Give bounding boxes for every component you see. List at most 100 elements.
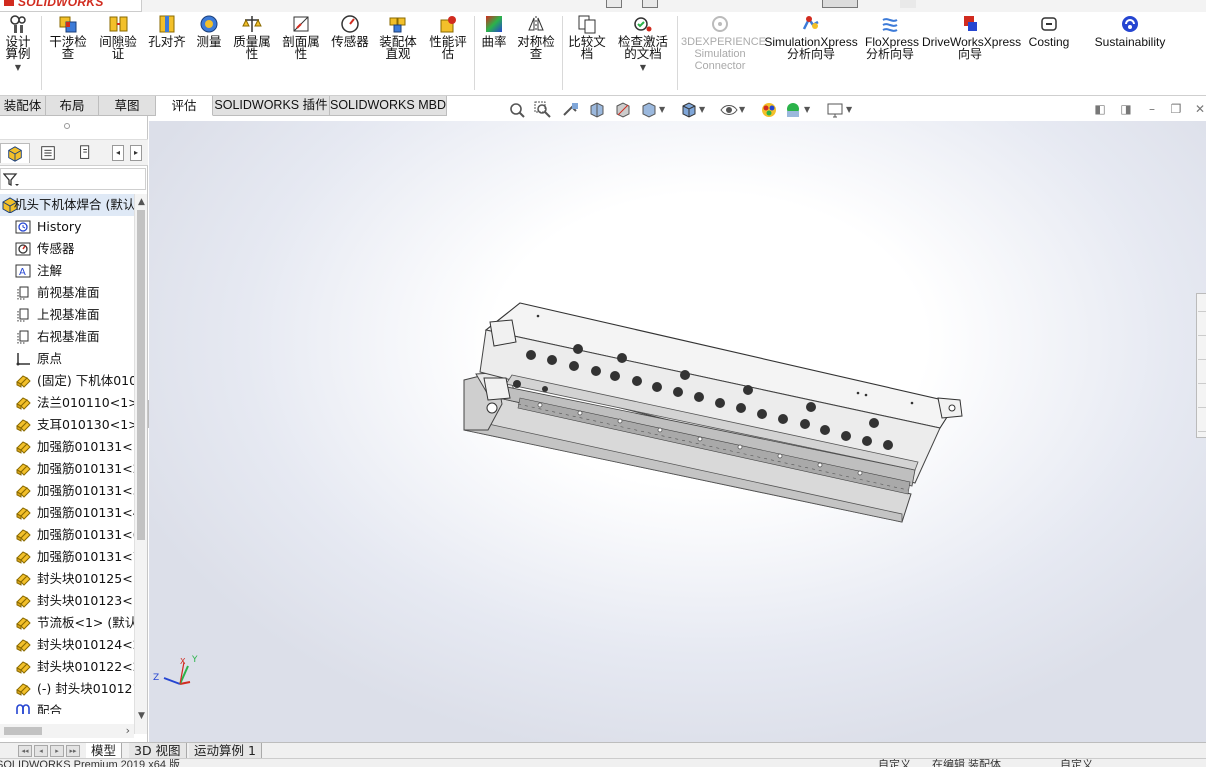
tab-layout[interactable]: 布局 <box>46 96 99 116</box>
scrollbar-thumb[interactable] <box>137 210 145 540</box>
scroll-up-icon[interactable]: ▲ <box>136 196 147 208</box>
scroll-down-icon[interactable]: ▼ <box>136 710 147 722</box>
tab-configuration-manager[interactable] <box>72 143 102 163</box>
tree-item[interactable]: 支耳010130<1> <box>0 414 134 436</box>
sustainability-button[interactable]: Sustainability <box>1090 14 1170 48</box>
chevron-down-icon[interactable]: ▼ <box>699 105 705 114</box>
tree-item[interactable]: (-) 封头块010121 <box>0 678 134 700</box>
floxpress-button[interactable]: FloXpress 分析向导 <box>862 14 919 60</box>
tree-item[interactable]: 加强筋010131<2 <box>0 458 134 480</box>
panel-grip[interactable] <box>64 123 70 129</box>
edit-appearance-icon[interactable] <box>760 101 778 119</box>
sensor-button[interactable]: 传感器 <box>328 14 372 48</box>
hole-alignment-button[interactable]: 孔对齐 <box>146 14 188 48</box>
tab-solidworks-mbd[interactable]: SOLIDWORKS MBD <box>330 96 447 116</box>
status-units[interactable]: 自定义 <box>878 759 911 767</box>
display-style-icon[interactable] <box>680 101 698 119</box>
tab-sketch[interactable]: 草图 <box>99 96 156 116</box>
symmetry-check-button[interactable]: 对称检查 <box>514 14 558 60</box>
tab-motion-study[interactable]: 运动算例 1 <box>189 743 262 759</box>
tab-solidworks-addins[interactable]: SOLIDWORKS 插件 <box>213 96 330 116</box>
assembly-visualization-button[interactable]: 装配体直观 <box>376 14 420 60</box>
tab-assembly[interactable]: 装配体 <box>0 96 46 116</box>
tab-evaluate[interactable]: 评估 <box>156 96 213 116</box>
curvature-button[interactable]: 曲率 <box>478 14 510 48</box>
check-active-document-button[interactable]: 检查激活的文档 ▼ <box>614 14 672 74</box>
last-tab-icon[interactable]: ▸▸ <box>66 745 80 757</box>
tree-scrollbar[interactable]: ▲ ▼ <box>134 194 147 734</box>
tab-property-manager[interactable] <box>34 143 64 163</box>
section-view-icon[interactable] <box>588 101 606 119</box>
scrollbar-thumb[interactable] <box>4 727 42 735</box>
tile-right-icon[interactable]: ◨ <box>1119 102 1133 116</box>
design-study-button[interactable]: 设计算例 ▼ <box>0 14 38 74</box>
tree-item[interactable]: (固定) 下机体010 <box>0 370 134 392</box>
view-orientation-icon[interactable] <box>640 101 658 119</box>
tab-design-library-icon[interactable] <box>1198 344 1206 360</box>
minimize-icon[interactable]: – <box>1145 102 1159 116</box>
tree-item[interactable]: 节流板<1> (默认 <box>0 612 134 634</box>
tree-item[interactable]: 法兰010110<1> <box>0 392 134 414</box>
tree-item[interactable]: 加强筋010131<4 <box>0 502 134 524</box>
measure-button[interactable]: 测量 <box>194 14 224 48</box>
chevron-down-icon[interactable]: ▼ <box>739 105 745 114</box>
tree-item[interactable]: 上视基准面 <box>0 304 134 326</box>
tree-item[interactable]: 封头块010123<1 <box>0 590 134 612</box>
solidworks-logo[interactable]: SOLIDWORKS <box>0 0 142 12</box>
tree-item[interactable]: 原点 <box>0 348 134 370</box>
tab-feature-manager[interactable] <box>0 143 30 163</box>
next-tab-icon[interactable]: ▸ <box>50 745 64 757</box>
quick-access-button[interactable] <box>606 0 622 8</box>
tree-item[interactable]: 加强筋010131<6 <box>0 524 134 546</box>
tree-item[interactable]: 封头块010124<2 <box>0 634 134 656</box>
tab-resources-icon[interactable] <box>1198 320 1206 336</box>
tree-filter[interactable] <box>0 168 146 190</box>
tree-horizontal-scrollbar[interactable]: › <box>0 724 134 738</box>
search-box[interactable] <box>822 0 858 8</box>
costing-button[interactable]: Costing <box>1024 14 1074 48</box>
tree-item[interactable]: 封头块010122<2 <box>0 656 134 678</box>
tabs-scroll-right[interactable]: ▸ <box>130 145 142 161</box>
3dexperience-simulation-connector-button[interactable]: 3DEXPERIENCE Simulation Connector <box>680 14 766 72</box>
tree-item[interactable]: 加强筋010131<1 <box>0 436 134 458</box>
performance-evaluation-button[interactable]: 性能评估 <box>426 14 470 60</box>
first-tab-icon[interactable]: ◂◂ <box>18 745 32 757</box>
quick-access-button[interactable] <box>900 0 916 8</box>
tree-item[interactable]: 配合 <box>0 700 134 714</box>
tab-file-explorer-icon[interactable] <box>1198 368 1206 384</box>
close-icon[interactable]: ✕ <box>1193 102 1206 116</box>
tab-home-icon[interactable] <box>1198 296 1206 312</box>
scroll-right-icon[interactable]: › <box>126 724 130 738</box>
tree-item[interactable]: 传感器 <box>0 238 134 260</box>
chevron-down-icon[interactable]: ▼ <box>659 105 665 114</box>
tree-item[interactable]: A 注解 <box>0 260 134 282</box>
previous-view-icon[interactable] <box>562 101 580 119</box>
view-settings-icon[interactable] <box>826 101 844 119</box>
apply-scene-icon[interactable] <box>784 101 802 119</box>
tree-item[interactable]: 前视基准面 <box>0 282 134 304</box>
simulationxpress-button[interactable]: SimulationXpress 分析向导 <box>764 14 858 60</box>
previous-tab-icon[interactable]: ◂ <box>34 745 48 757</box>
zoom-to-area-icon[interactable] <box>534 101 552 119</box>
interference-check-button[interactable]: 干涉检查 <box>46 14 90 60</box>
quick-access-button[interactable] <box>642 0 658 8</box>
graphics-area[interactable] <box>149 121 1206 742</box>
dynamic-annotation-views-icon[interactable] <box>614 101 632 119</box>
tree-item[interactable]: 加强筋010131<7 <box>0 546 134 568</box>
hide-show-items-icon[interactable] <box>720 101 738 119</box>
tab-custom-properties-icon[interactable] <box>1198 416 1206 432</box>
driveworksxpress-button[interactable]: DriveWorksXpress 向导 <box>922 14 1021 60</box>
tree-item[interactable]: 封头块010125<1 <box>0 568 134 590</box>
chevron-down-icon[interactable]: ▼ <box>846 105 852 114</box>
section-properties-button[interactable]: 剖面属性 <box>279 14 323 60</box>
clearance-verification-button[interactable]: 间隙验证 <box>96 14 140 60</box>
zoom-to-fit-icon[interactable] <box>508 101 526 119</box>
tree-root-assembly[interactable]: 机头下机体焊合 (默认 <box>0 194 134 216</box>
restore-icon[interactable]: ❐ <box>1169 102 1183 116</box>
compare-documents-button[interactable]: 比较文档 <box>565 14 609 60</box>
tree-item[interactable]: History <box>0 216 134 238</box>
chevron-down-icon[interactable]: ▼ <box>804 105 810 114</box>
tab-model[interactable]: 模型 <box>86 743 123 759</box>
tab-3d-view[interactable]: 3D 视图 <box>129 743 187 759</box>
tab-appearances-icon[interactable] <box>1198 392 1206 408</box>
